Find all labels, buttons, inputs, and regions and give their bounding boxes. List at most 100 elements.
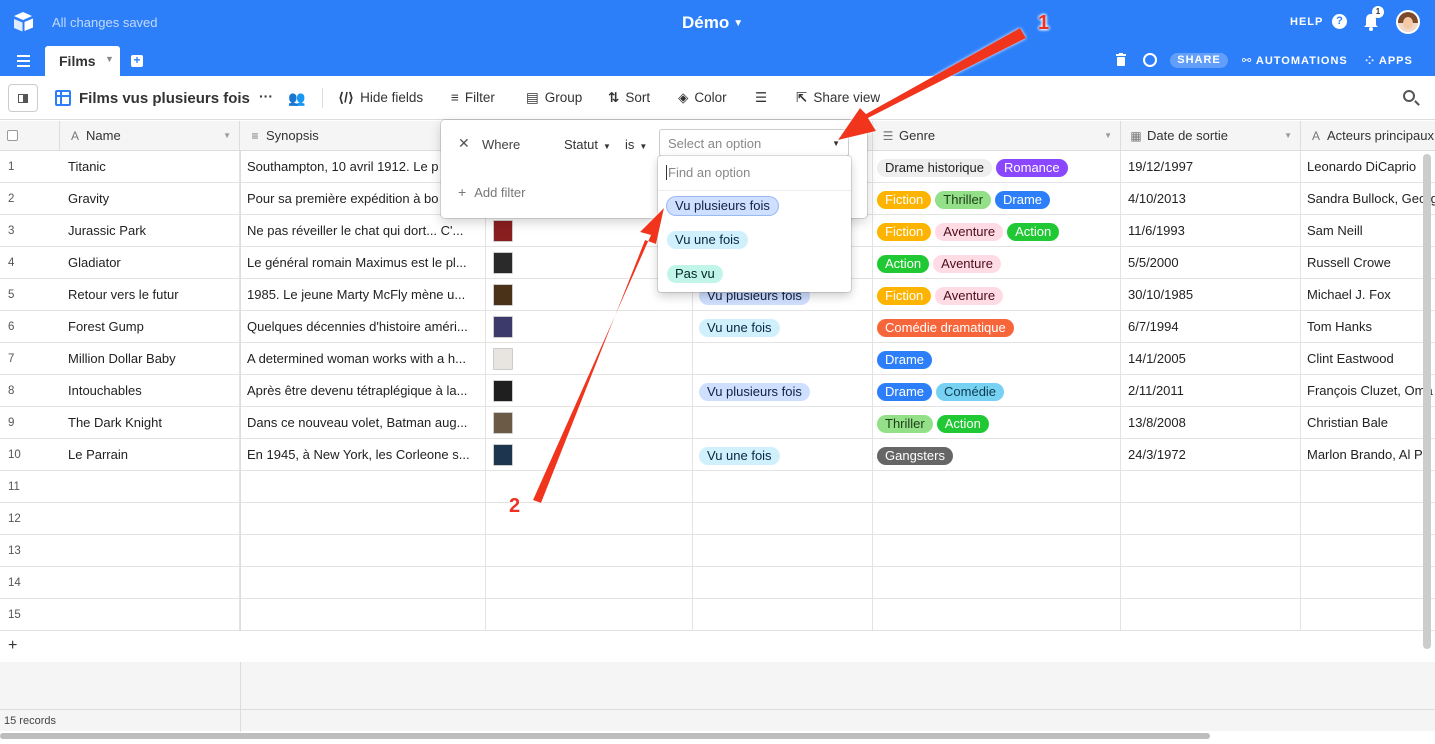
chevron-down-icon[interactable]: ▼ <box>105 54 114 64</box>
help-link[interactable]: HELP <box>1290 16 1323 28</box>
cell-synopsis[interactable]: Le général romain Maximus est le pl... <box>240 247 486 279</box>
cell-synopsis[interactable]: Dans ce nouveau volet, Batman aug... <box>240 407 486 439</box>
apps-button[interactable]: ⁘ APPS <box>1365 54 1413 67</box>
cell-date[interactable] <box>1121 535 1301 567</box>
filter-operator-select[interactable]: is ▼ <box>625 137 647 152</box>
cell-genre[interactable]: Gangsters <box>873 439 1121 471</box>
help-icon[interactable]: ? <box>1332 14 1347 29</box>
view-name[interactable]: Films vus plusieurs fois <box>79 90 250 107</box>
hide-fields-button[interactable]: ⟨/⟩ Hide fields <box>338 90 423 106</box>
collaborators-icon[interactable]: 👥 <box>288 90 305 107</box>
cell-poster[interactable] <box>486 311 693 343</box>
cell-actors[interactable]: Christian Bale <box>1301 407 1435 439</box>
sidebar-toggle-icon[interactable] <box>8 84 38 112</box>
cell-poster[interactable] <box>486 343 693 375</box>
cell-actors[interactable] <box>1301 599 1435 631</box>
cell-name[interactable]: Intouchables <box>60 375 240 407</box>
cell-synopsis[interactable]: En 1945, à New York, les Corleone s... <box>240 439 486 471</box>
poster-thumbnail[interactable] <box>493 411 513 434</box>
cell-date[interactable] <box>1121 471 1301 503</box>
cell-genre[interactable]: Drame <box>873 343 1121 375</box>
cell-genre[interactable]: Comédie dramatique <box>873 311 1121 343</box>
cell-statut[interactable]: Vu plusieurs fois <box>693 375 873 407</box>
option-item[interactable]: Vu plusieurs fois <box>667 197 782 215</box>
cell-poster[interactable] <box>486 407 693 439</box>
cell-statut[interactable] <box>693 471 873 503</box>
cell-statut[interactable]: Vu une fois <box>693 311 873 343</box>
poster-thumbnail[interactable] <box>493 347 513 370</box>
hamburger-icon[interactable] <box>17 55 30 67</box>
cell-actors[interactable]: François Cluzet, Oma <box>1301 375 1435 407</box>
tab-films[interactable]: Films ▼ <box>45 46 120 76</box>
table-row[interactable]: 15 <box>0 599 1435 631</box>
cell-name[interactable] <box>60 471 240 503</box>
cell-name[interactable]: Gravity <box>60 183 240 215</box>
cell-actors[interactable]: Clint Eastwood <box>1301 343 1435 375</box>
cell-actors[interactable]: Sandra Bullock, Georg <box>1301 183 1435 215</box>
cell-name[interactable] <box>60 503 240 535</box>
cell-synopsis[interactable]: Après être devenu tétraplégique à la... <box>240 375 486 407</box>
cell-genre[interactable] <box>873 503 1121 535</box>
cell-synopsis[interactable] <box>240 503 486 535</box>
cell-date[interactable]: 11/6/1993 <box>1121 215 1301 247</box>
cell-synopsis[interactable]: Ne pas réveiller le chat qui dort... C'.… <box>240 215 486 247</box>
history-icon[interactable] <box>1143 53 1157 67</box>
cell-synopsis[interactable] <box>240 471 486 503</box>
chevron-down-icon[interactable]: ▼ <box>1284 121 1292 151</box>
cell-statut[interactable] <box>693 343 873 375</box>
table-row[interactable]: 14 <box>0 567 1435 599</box>
remove-filter-icon[interactable]: ✕ <box>458 135 470 152</box>
row-height-button[interactable]: ☰ <box>755 90 773 106</box>
cell-actors[interactable] <box>1301 535 1435 567</box>
cell-poster[interactable] <box>486 375 693 407</box>
poster-thumbnail[interactable] <box>493 379 513 402</box>
cell-name[interactable]: Titanic <box>60 151 240 183</box>
add-row-button[interactable]: + <box>0 631 240 663</box>
cell-synopsis[interactable] <box>240 599 486 631</box>
cell-name[interactable] <box>60 535 240 567</box>
share-button[interactable]: SHARE <box>1170 53 1228 68</box>
automations-button[interactable]: ⚯ AUTOMATIONS <box>1242 54 1348 67</box>
cell-genre[interactable]: Drame historique Romance <box>873 151 1121 183</box>
cell-genre[interactable]: Drame Comédie <box>873 375 1121 407</box>
column-header-date[interactable]: ▦ Date de sortie ▼ <box>1121 121 1301 151</box>
cell-genre[interactable]: Action Aventure <box>873 247 1121 279</box>
group-button[interactable]: ▤ Group <box>526 90 582 106</box>
cell-statut[interactable] <box>693 567 873 599</box>
cell-name[interactable]: The Dark Knight <box>60 407 240 439</box>
cell-actors[interactable] <box>1301 503 1435 535</box>
cell-date[interactable]: 30/10/1985 <box>1121 279 1301 311</box>
cell-genre[interactable]: Fiction Thriller Drame <box>873 183 1121 215</box>
find-option-input[interactable]: Find an option <box>666 165 750 180</box>
cell-statut[interactable]: Vu une fois <box>693 439 873 471</box>
table-row[interactable]: 10 Le Parrain En 1945, à New York, les Cor… <box>0 439 1435 471</box>
cell-name[interactable]: Jurassic Park <box>60 215 240 247</box>
cell-name[interactable]: Retour vers le futur <box>60 279 240 311</box>
cell-name[interactable]: Le Parrain <box>60 439 240 471</box>
cell-name[interactable]: Million Dollar Baby <box>60 343 240 375</box>
table-row[interactable]: 11 <box>0 471 1435 503</box>
cell-date[interactable]: 19/12/1997 <box>1121 151 1301 183</box>
cell-synopsis[interactable] <box>240 535 486 567</box>
cell-actors[interactable] <box>1301 471 1435 503</box>
vertical-scrollbar[interactable] <box>1423 154 1431 649</box>
cell-synopsis[interactable] <box>240 567 486 599</box>
poster-thumbnail[interactable] <box>493 315 513 338</box>
cell-poster[interactable] <box>486 599 693 631</box>
cell-name[interactable] <box>60 567 240 599</box>
cell-statut[interactable] <box>693 407 873 439</box>
table-row[interactable]: 7 Million Dollar Baby A determined woman w… <box>0 343 1435 375</box>
cell-genre[interactable] <box>873 535 1121 567</box>
airtable-logo-icon[interactable] <box>12 11 36 33</box>
column-header-genre[interactable]: ☰ Genre ▼ <box>873 121 1121 151</box>
avatar[interactable] <box>1396 10 1420 34</box>
poster-thumbnail[interactable] <box>493 251 513 274</box>
cell-name[interactable]: Gladiator <box>60 247 240 279</box>
cell-date[interactable]: 5/5/2000 <box>1121 247 1301 279</box>
add-filter-button[interactable]: + Add filter <box>458 184 526 200</box>
table-row[interactable]: 8 Intouchables Après être devenu tétraplég… <box>0 375 1435 407</box>
select-all-checkbox[interactable] <box>7 130 18 141</box>
cell-date[interactable]: 4/10/2013 <box>1121 183 1301 215</box>
cell-actors[interactable] <box>1301 567 1435 599</box>
cell-statut[interactable] <box>693 503 873 535</box>
